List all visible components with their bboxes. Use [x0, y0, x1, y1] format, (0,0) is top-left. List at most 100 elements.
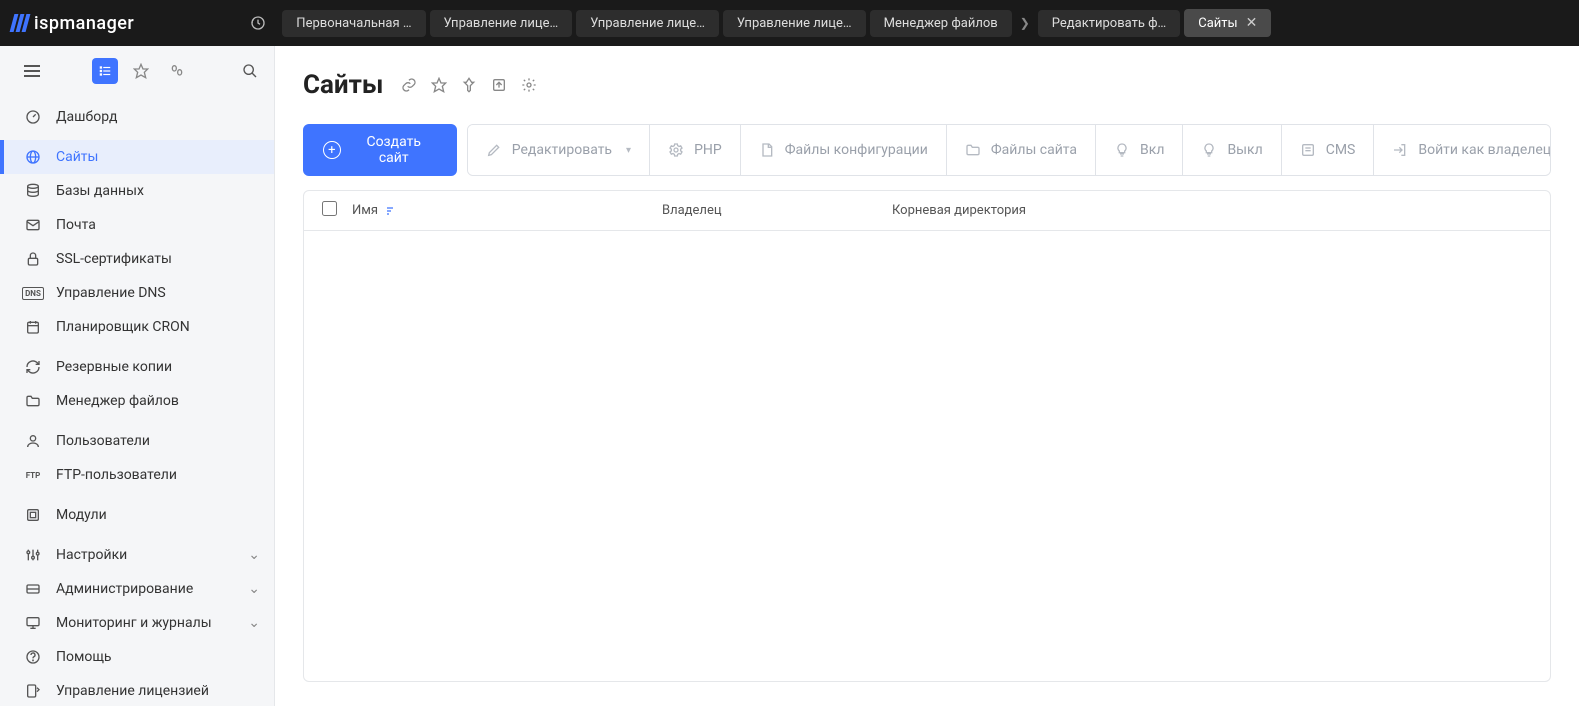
- sidebar-item-users[interactable]: Пользователи: [0, 424, 274, 458]
- folder-icon: [24, 392, 42, 410]
- mail-icon: [24, 216, 42, 234]
- sidebar-item-label: Управление лицензией: [56, 683, 209, 699]
- help-icon: [24, 648, 42, 666]
- sidebar-item-dns[interactable]: DNS Управление DNS: [0, 276, 274, 310]
- sidebar-item-label: Базы данных: [56, 183, 144, 199]
- column-header-owner[interactable]: Владелец: [662, 203, 892, 218]
- site-files-button[interactable]: Файлы сайта: [947, 125, 1096, 175]
- pin-icon[interactable]: [461, 77, 477, 93]
- cms-icon: [1300, 142, 1316, 158]
- settings-icon[interactable]: [521, 77, 537, 93]
- sidebar-item-label: SSL-сертификаты: [56, 251, 172, 267]
- tab-item[interactable]: Редактировать ф…: [1038, 10, 1181, 37]
- lightbulb-on-icon: [1114, 142, 1130, 158]
- monitor-icon: [24, 614, 42, 632]
- sort-icon: [384, 205, 396, 217]
- globe-icon: [24, 148, 42, 166]
- sidebar-item-label: Резервные копии: [56, 359, 172, 375]
- sidebar-item-license[interactable]: Управление лицензией: [0, 674, 274, 706]
- plus-icon: +: [323, 141, 341, 159]
- database-icon: [24, 182, 42, 200]
- tab-item[interactable]: Управление лице…: [430, 10, 573, 37]
- sidebar-item-label: Планировщик CRON: [56, 319, 190, 335]
- hamburger-icon[interactable]: [24, 65, 40, 77]
- create-site-button[interactable]: + Создать сайт: [303, 124, 457, 176]
- history-icon[interactable]: [242, 7, 274, 39]
- login-as-owner-button[interactable]: Войти как владелец: [1374, 125, 1551, 175]
- sidebar-item-backup[interactable]: Резервные копии: [0, 350, 274, 384]
- sidebar-item-mail[interactable]: Почта: [0, 208, 274, 242]
- new-window-icon[interactable]: [491, 77, 507, 93]
- sidebar-item-sites[interactable]: Сайты: [0, 140, 274, 174]
- header: ispmanager Первоначальная … Управление л…: [0, 0, 1579, 46]
- chevron-down-icon: ▾: [626, 145, 631, 156]
- dns-icon: DNS: [24, 284, 42, 302]
- cms-button[interactable]: CMS: [1282, 125, 1375, 175]
- sidebar-item-dashboard[interactable]: Дашборд: [0, 100, 274, 134]
- folder-icon: [965, 142, 981, 158]
- tab-item[interactable]: Менеджер файлов: [870, 10, 1012, 37]
- chevron-down-icon: ⌄: [248, 581, 260, 597]
- close-icon[interactable]: ✕: [1246, 15, 1258, 31]
- list-view-icon[interactable]: [92, 58, 118, 84]
- sidebar-top: [0, 46, 274, 96]
- ftp-icon: FTP: [24, 466, 42, 484]
- sidebar-item-help[interactable]: Помощь: [0, 640, 274, 674]
- sidebar-item-ftp[interactable]: FTP FTP-пользователи: [0, 458, 274, 492]
- app-name: ispmanager: [34, 13, 134, 34]
- link-icon[interactable]: [401, 77, 417, 93]
- sidebar-item-label: Менеджер файлов: [56, 393, 179, 409]
- logo: ispmanager: [12, 13, 134, 34]
- sidebar-item-label: Почта: [56, 217, 96, 233]
- sidebar-item-cron[interactable]: Планировщик CRON: [0, 310, 274, 344]
- sliders-icon: [24, 546, 42, 564]
- column-header-name[interactable]: Имя: [352, 203, 662, 218]
- gear-icon: [668, 142, 684, 158]
- nav: Дашборд Сайты Базы данных Почта: [0, 96, 274, 706]
- sidebar-item-label: Модули: [56, 507, 107, 523]
- sidebar-item-label: Помощь: [56, 649, 112, 665]
- table: Имя Владелец Корневая директория: [303, 190, 1551, 682]
- sidebar-item-files[interactable]: Менеджер файлов: [0, 384, 274, 418]
- tab-item[interactable]: Первоначальная …: [282, 10, 425, 37]
- user-icon: [24, 432, 42, 450]
- sidebar-item-label: Настройки: [56, 547, 127, 563]
- tab-item[interactable]: Управление лице…: [576, 10, 719, 37]
- sidebar-item-settings[interactable]: Настройки ⌄: [0, 538, 274, 572]
- table-header: Имя Владелец Корневая директория: [304, 191, 1550, 231]
- toolbar: + Создать сайт Редактировать ▾ PHP: [303, 124, 1551, 176]
- sidebar-item-label: FTP-пользователи: [56, 467, 177, 483]
- calendar-icon: [24, 318, 42, 336]
- sidebar: Дашборд Сайты Базы данных Почта: [0, 46, 275, 706]
- config-files-button[interactable]: Файлы конфигурации: [741, 125, 947, 175]
- disable-button[interactable]: Выкл: [1183, 125, 1281, 175]
- sidebar-item-modules[interactable]: Модули: [0, 498, 274, 532]
- sidebar-item-label: Дашборд: [56, 109, 117, 125]
- pencil-icon: [486, 142, 502, 158]
- page-title: Сайты: [303, 70, 383, 100]
- sidebar-item-label: Пользователи: [56, 433, 150, 449]
- sidebar-item-monitoring[interactable]: Мониторинг и журналы ⌄: [0, 606, 274, 640]
- enable-button[interactable]: Вкл: [1096, 125, 1183, 175]
- select-all-checkbox[interactable]: [322, 201, 352, 220]
- footprints-icon[interactable]: [164, 58, 190, 84]
- edit-button[interactable]: Редактировать ▾: [468, 125, 650, 175]
- lock-icon: [24, 250, 42, 268]
- sidebar-item-databases[interactable]: Базы данных: [0, 174, 274, 208]
- logo-icon: [12, 14, 28, 32]
- main: Сайты + Создать сайт Редактир: [275, 46, 1579, 706]
- star-icon[interactable]: [431, 77, 447, 93]
- puzzle-icon: [24, 506, 42, 524]
- sidebar-item-ssl[interactable]: SSL-сертификаты: [0, 242, 274, 276]
- login-icon: [1392, 142, 1408, 158]
- tab-item[interactable]: Управление лице…: [723, 10, 866, 37]
- search-icon[interactable]: [242, 63, 258, 79]
- sidebar-item-label: Управление DNS: [56, 285, 166, 301]
- chevron-down-icon: ⌄: [248, 615, 260, 631]
- column-header-root[interactable]: Корневая директория: [892, 203, 1046, 218]
- sidebar-item-label: Администрирование: [56, 581, 193, 597]
- php-button[interactable]: PHP: [650, 125, 741, 175]
- star-icon[interactable]: [128, 58, 154, 84]
- sidebar-item-admin[interactable]: Администрирование ⌄: [0, 572, 274, 606]
- tab-item-active[interactable]: Сайты ✕: [1184, 9, 1271, 37]
